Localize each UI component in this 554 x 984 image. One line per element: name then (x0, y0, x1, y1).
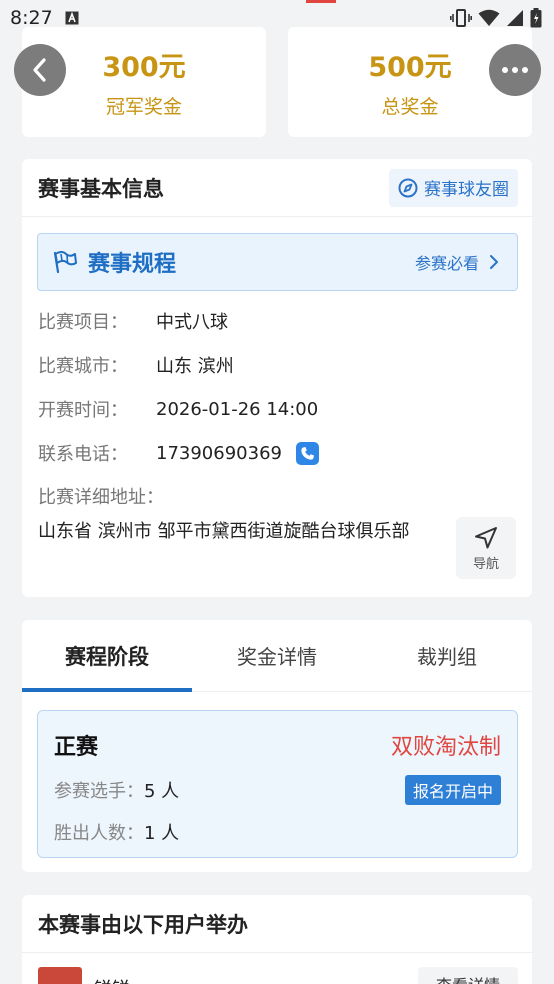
tab-prize-details[interactable]: 奖金详情 (192, 620, 362, 691)
compass-icon (398, 178, 418, 197)
phone-number[interactable]: 17390690369 (156, 443, 282, 464)
event-circle-label: 赛事球友圈 (424, 180, 509, 200)
info-row-value: 山东 滨州 (156, 356, 234, 377)
rules-hint: 参赛必看 (414, 254, 479, 273)
players-value: 5 人 (144, 781, 180, 802)
tab-referee-team[interactable]: 裁判组 (362, 620, 532, 691)
status-time: 8:27 (10, 7, 53, 29)
navigation-label: 导航 (472, 556, 499, 572)
info-row-phone: 联系电话： 17390690369 (38, 431, 516, 475)
wifi-icon (478, 9, 500, 26)
rules-title: 赛事规程 (88, 252, 177, 277)
phone-icon (301, 446, 314, 460)
signal-icon (507, 10, 523, 26)
event-info-title: 赛事基本信息 (38, 176, 164, 201)
organizer-details-button[interactable]: 查看详情 (418, 967, 518, 984)
info-row-value: 中式八球 (156, 312, 228, 333)
organizer-title: 本赛事由以下用户举办 (38, 912, 248, 937)
champion-prize-label: 冠军奖金 (105, 96, 182, 118)
more-icon (502, 67, 528, 73)
status-indicator (306, 0, 336, 3)
stage-item[interactable]: 正赛 双败淘汰制 参赛选手：5 人 报名开启中 胜出人数：1 人 (37, 710, 518, 858)
players-label: 参赛选手： (54, 781, 144, 802)
event-info-card: 赛事基本信息 赛事球友圈 赛事规程 参赛必看 比赛项目： 中式八球 比赛城市： … (22, 159, 532, 597)
navigation-button[interactable]: 导航 (456, 517, 516, 579)
info-row-event: 比赛项目： 中式八球 (38, 299, 516, 343)
organizer-card: 本赛事由以下用户举办 锐锐 查看详情 (22, 895, 532, 984)
info-row-label: 开赛时间： (38, 400, 128, 421)
champion-prize-amount: 300元 (102, 52, 186, 83)
flag-icon (53, 251, 77, 274)
stage-name: 正赛 (54, 735, 99, 760)
tab-bar: 赛程阶段 奖金详情 裁判组 (22, 620, 532, 692)
battery-icon (530, 8, 542, 28)
chevron-left-icon (33, 58, 46, 82)
info-row-start-time: 开赛时间： 2026-01-26 14:00 (38, 387, 516, 431)
event-circle-button[interactable]: 赛事球友圈 (389, 168, 518, 207)
stage-card: 赛程阶段 奖金详情 裁判组 正赛 双败淘汰制 参赛选手：5 人 报名开启中 胜出… (22, 620, 532, 872)
navigation-icon (475, 526, 497, 548)
tab-schedule-stage[interactable]: 赛程阶段 (22, 620, 192, 691)
info-row-label: 比赛城市： (38, 356, 128, 377)
winners-label: 胜出人数： (54, 823, 144, 844)
organizer-avatar[interactable] (38, 967, 82, 984)
info-row-label: 比赛项目： (38, 312, 128, 333)
organizer-name[interactable]: 锐锐 (94, 975, 130, 984)
rules-banner[interactable]: 赛事规程 参赛必看 (37, 233, 518, 291)
total-prize-amount: 500元 (368, 52, 452, 83)
winners-value: 1 人 (144, 823, 180, 844)
chevron-right-icon (490, 255, 498, 269)
prize-summary: 300元 冠军奖金 500元 总奖金 (22, 27, 532, 137)
notification-icon (65, 11, 79, 25)
info-row-label: 联系电话： (38, 444, 128, 465)
info-row-city: 比赛城市： 山东 滨州 (38, 343, 516, 387)
active-tab-indicator (22, 688, 192, 692)
address-label: 比赛详细地址： (38, 487, 164, 508)
more-button[interactable] (489, 44, 541, 96)
total-prize-label: 总奖金 (381, 96, 439, 118)
address-text: 山东省 滨州市 邹平市黛西街道旋酷台球俱乐部 (38, 521, 410, 542)
vibrate-icon (450, 9, 472, 27)
info-row-value: 2026-01-26 14:00 (156, 398, 319, 420)
registration-status-badge: 报名开启中 (404, 775, 501, 805)
stage-format: 双败淘汰制 (390, 735, 501, 760)
back-button[interactable] (14, 44, 66, 96)
event-info-header: 赛事基本信息 赛事球友圈 (22, 159, 532, 217)
phone-call-button[interactable] (295, 441, 319, 465)
